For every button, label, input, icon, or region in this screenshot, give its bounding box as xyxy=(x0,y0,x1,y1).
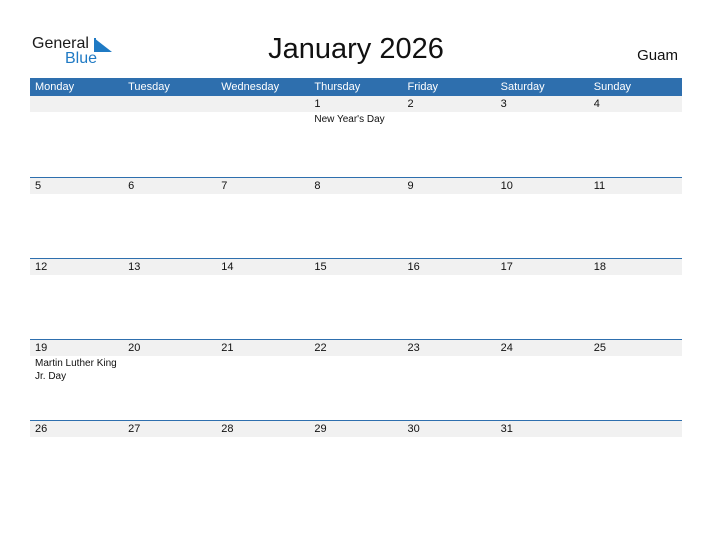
day-number: 16 xyxy=(407,261,420,273)
day-event xyxy=(403,356,496,383)
country-label: Guam xyxy=(637,47,678,64)
day-event xyxy=(496,356,589,383)
weeks-container: 1 2 3 4 New Year's Day 5 6 7 8 9 10 11 12 13 14 15 16 17 1… xyxy=(30,96,682,501)
week-row: 19 20 21 22 23 24 25 Martin Luther King Jr. Day xyxy=(30,339,682,420)
day-number: 12 xyxy=(35,261,48,273)
day-number: 24 xyxy=(500,342,513,354)
day-event xyxy=(309,194,402,195)
day-number: 11 xyxy=(593,180,606,192)
day-event xyxy=(30,194,123,195)
day-number: 21 xyxy=(221,342,234,354)
day-event xyxy=(496,194,589,195)
day-number: 20 xyxy=(128,342,141,354)
day-event xyxy=(309,356,402,383)
day-number: 25 xyxy=(593,342,606,354)
day-number-band: 19 20 21 22 23 24 25 xyxy=(30,340,682,356)
day-number-band: 26 27 28 29 30 31 xyxy=(30,421,682,437)
event-band xyxy=(30,437,682,438)
day-number: 6 xyxy=(128,180,135,192)
day-number-band: 5 6 7 8 9 10 11 xyxy=(30,178,682,194)
day-event xyxy=(589,112,682,126)
day-number: 1 xyxy=(314,98,321,110)
day-number xyxy=(123,96,216,112)
day-number: 18 xyxy=(593,261,606,273)
day-number: 31 xyxy=(500,423,513,435)
day-number: 8 xyxy=(314,180,321,192)
day-number: 26 xyxy=(35,423,48,435)
day-number: 28 xyxy=(221,423,234,435)
day-number: 4 xyxy=(593,98,600,110)
day-event xyxy=(309,275,402,276)
day-event xyxy=(589,194,682,195)
day-number xyxy=(216,96,309,112)
day-event xyxy=(403,275,496,276)
day-event xyxy=(30,437,123,438)
day-event xyxy=(496,275,589,276)
day-number: 17 xyxy=(500,261,513,273)
weekday-wednesday: Wednesday xyxy=(221,81,280,93)
day-number xyxy=(30,96,123,112)
day-number xyxy=(589,421,682,437)
calendar-title: January 2026 xyxy=(268,33,444,65)
day-number: 5 xyxy=(35,180,42,192)
day-event xyxy=(589,356,682,383)
day-number-band: 12 13 14 15 16 17 18 xyxy=(30,259,682,275)
weekday-sunday: Sunday xyxy=(593,81,632,93)
day-number: 23 xyxy=(407,342,420,354)
day-number: 10 xyxy=(500,180,513,192)
day-event xyxy=(496,437,589,438)
weekday-header: Monday Tuesday Wednesday Thursday Friday… xyxy=(30,78,682,96)
week-row: 26 27 28 29 30 31 xyxy=(30,420,682,501)
day-event xyxy=(216,194,309,195)
week-row: 12 13 14 15 16 17 18 xyxy=(30,258,682,339)
day-number: 13 xyxy=(128,261,141,273)
event-band: New Year's Day xyxy=(30,112,682,126)
day-event xyxy=(403,194,496,195)
day-event xyxy=(123,112,216,126)
day-event xyxy=(216,356,309,383)
day-event xyxy=(123,275,216,276)
weekday-friday: Friday xyxy=(407,81,439,93)
weekday-saturday: Saturday xyxy=(500,81,545,93)
event-band xyxy=(30,275,682,276)
day-number: 15 xyxy=(314,261,327,273)
day-number: 30 xyxy=(407,423,420,435)
day-number: 22 xyxy=(314,342,327,354)
event-band: Martin Luther King Jr. Day xyxy=(30,356,682,383)
day-event: New Year's Day xyxy=(314,114,385,125)
weekday-tuesday: Tuesday xyxy=(128,81,170,93)
event-band xyxy=(30,194,682,195)
day-event: Martin Luther King Jr. Day xyxy=(35,358,117,382)
week-row: 5 6 7 8 9 10 11 xyxy=(30,177,682,258)
day-event xyxy=(123,356,216,383)
day-event xyxy=(30,275,123,276)
day-event xyxy=(403,437,496,438)
day-event xyxy=(216,275,309,276)
day-event xyxy=(216,437,309,438)
weekday-monday: Monday xyxy=(35,81,75,93)
day-number: 14 xyxy=(221,261,234,273)
day-event xyxy=(589,437,682,438)
day-event xyxy=(589,275,682,276)
day-event xyxy=(403,112,496,126)
calendar-grid: Monday Tuesday Wednesday Thursday Friday… xyxy=(30,78,682,501)
day-number: 2 xyxy=(407,98,414,110)
day-event xyxy=(30,112,123,126)
day-number: 9 xyxy=(407,180,414,192)
day-event xyxy=(123,194,216,195)
day-number: 7 xyxy=(221,180,228,192)
day-number: 27 xyxy=(128,423,141,435)
day-event xyxy=(309,437,402,438)
weekday-thursday: Thursday xyxy=(314,81,361,93)
day-number-band: 1 2 3 4 xyxy=(30,96,682,112)
day-number: 29 xyxy=(314,423,327,435)
day-number: 3 xyxy=(500,98,507,110)
week-row: 1 2 3 4 New Year's Day xyxy=(30,96,682,177)
day-event xyxy=(216,112,309,126)
day-event xyxy=(123,437,216,438)
day-event xyxy=(496,112,589,126)
day-number: 19 xyxy=(35,342,48,354)
